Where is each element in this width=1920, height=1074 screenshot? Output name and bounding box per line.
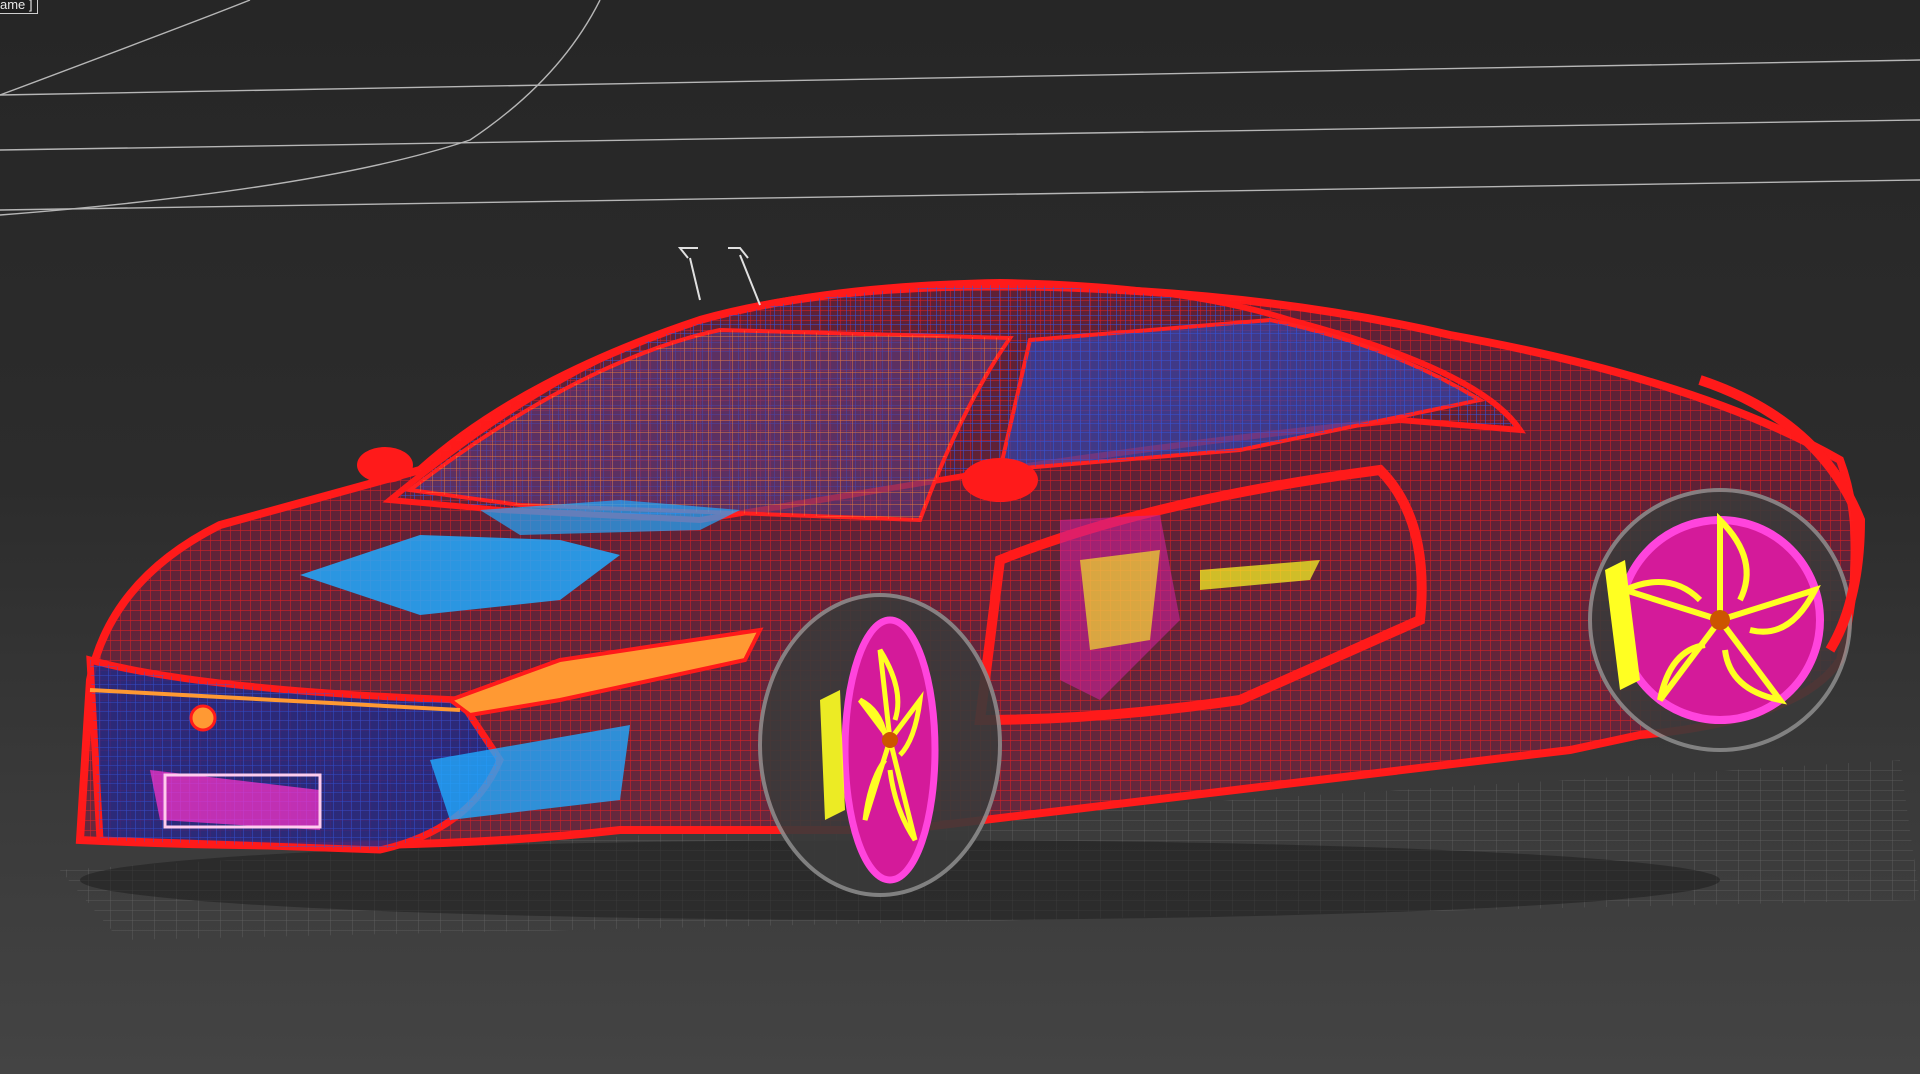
rear-wheel [1588, 488, 1852, 752]
left-mirror [357, 447, 413, 483]
front-wheel [758, 593, 1002, 897]
viewport-scene[interactable] [0, 0, 1920, 1074]
right-mirror [962, 458, 1038, 502]
selection-bracket [677, 247, 761, 306]
front-emblem [189, 704, 217, 732]
background-grid-lines [0, 0, 1920, 216]
3d-viewport[interactable]: ame ] [0, 0, 1920, 1074]
